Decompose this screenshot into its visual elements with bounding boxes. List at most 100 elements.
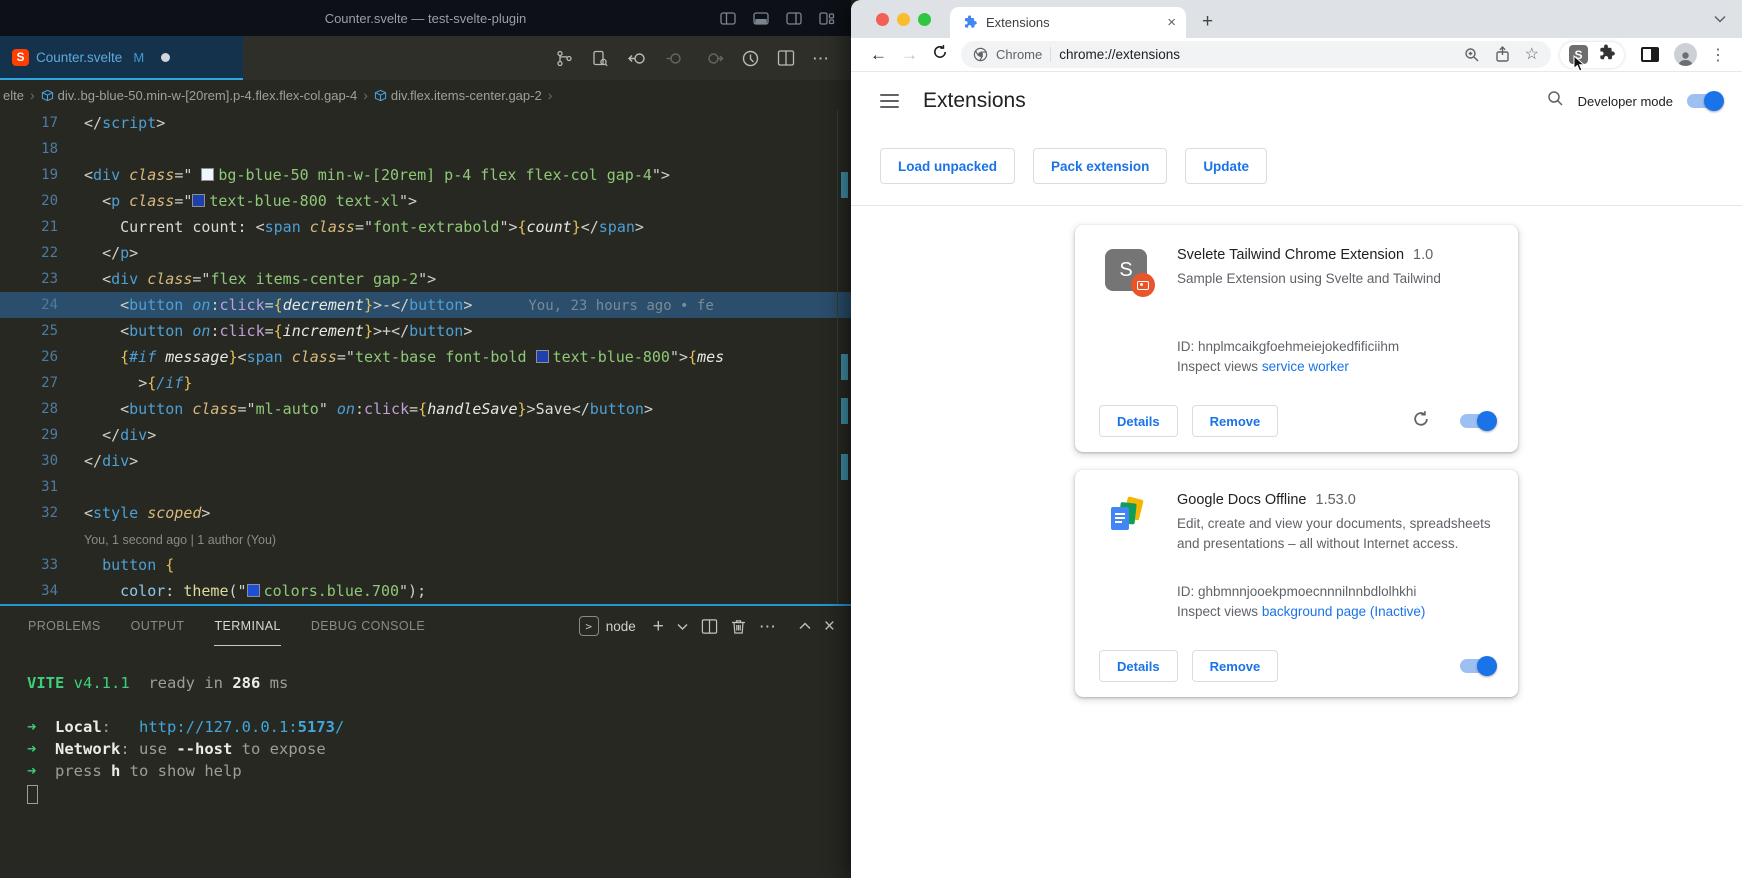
extension-description: Edit, create and view your documents, sp… xyxy=(1177,514,1498,578)
new-tab-button[interactable]: + xyxy=(1202,12,1213,31)
next-change-icon[interactable] xyxy=(703,49,724,68)
toggle-panel-icon[interactable] xyxy=(753,12,769,25)
split-editor-icon[interactable] xyxy=(777,49,795,67)
customize-layout-icon[interactable] xyxy=(819,12,835,25)
breadcrumb-item-outer-div[interactable]: div..bg-blue-50.min-w-[20rem].p-4.flex.f… xyxy=(41,88,358,103)
panel-tab-problems[interactable]: PROBLEMS xyxy=(28,606,101,646)
vscode-titlebar[interactable]: Counter.svelte — test-svelte-plugin xyxy=(0,0,851,36)
screen: Counter.svelte — test-svelte-plugin S Co… xyxy=(0,0,1742,878)
panel-more-icon[interactable]: ⋯ xyxy=(759,618,776,635)
code-line[interactable]: You, 1 second ago | 1 author (You) xyxy=(0,526,851,552)
code-line[interactable]: 34 color: theme("colors.blue.700"); xyxy=(0,578,851,604)
prev-change-icon[interactable] xyxy=(665,49,686,68)
line-number: 27 xyxy=(0,370,58,396)
window-title: Counter.svelte — test-svelte-plugin xyxy=(325,11,527,26)
update-button[interactable]: Update xyxy=(1185,148,1267,184)
new-terminal-icon[interactable]: + xyxy=(653,617,664,636)
extension-pin-area: S xyxy=(1559,41,1625,69)
ruler-mark xyxy=(841,398,848,424)
toggle-primary-sidebar-icon[interactable] xyxy=(720,12,736,25)
code-line[interactable]: 33 button { xyxy=(0,552,851,578)
line-number: 31 xyxy=(0,474,58,500)
code-line[interactable]: 18 xyxy=(0,136,851,162)
details-button[interactable]: Details xyxy=(1099,405,1178,437)
overview-ruler[interactable] xyxy=(837,110,851,604)
extension-enabled-toggle[interactable] xyxy=(1460,659,1494,673)
share-icon[interactable] xyxy=(1495,46,1510,63)
ruler-mark xyxy=(841,354,848,380)
code-line[interactable]: 20 <p class="text-blue-800 text-xl"> xyxy=(0,188,851,214)
timeline-icon[interactable] xyxy=(741,49,760,68)
terminal-selector[interactable]: > node xyxy=(579,616,636,636)
unsaved-dot-icon[interactable] xyxy=(161,53,170,62)
code-line[interactable]: 19<div class=" bg-blue-50 min-w-[20rem] … xyxy=(0,162,851,188)
code-line[interactable]: 17</script> xyxy=(0,110,851,136)
service-worker-link[interactable]: service worker xyxy=(1262,359,1349,374)
zoom-icon[interactable] xyxy=(1464,47,1480,63)
code-line[interactable]: 22 </p> xyxy=(0,240,851,266)
kill-terminal-icon[interactable] xyxy=(731,618,746,635)
code-line[interactable]: 23 <div class="flex items-center gap-2"> xyxy=(0,266,851,292)
extension-enabled-toggle[interactable] xyxy=(1460,414,1494,428)
forward-button[interactable]: → xyxy=(894,45,925,65)
developer-mode-toggle[interactable] xyxy=(1687,94,1721,108)
code-editor[interactable]: 17</script>1819<div class=" bg-blue-50 m… xyxy=(0,110,851,604)
panel-tab-terminal[interactable]: TERMINAL xyxy=(214,606,280,646)
open-changes-icon[interactable] xyxy=(591,49,610,68)
bookmark-star-icon[interactable]: ☆ xyxy=(1525,47,1539,63)
code-line[interactable]: 29 </div> xyxy=(0,422,851,448)
background-page-link[interactable]: background page (Inactive) xyxy=(1262,604,1426,619)
line-number: 29 xyxy=(0,422,58,448)
menu-hamburger-icon[interactable] xyxy=(880,94,899,108)
chrome-menu-icon[interactable]: ⋮ xyxy=(1704,45,1732,65)
breadcrumb-item-file[interactable]: elte xyxy=(3,88,24,103)
zoom-window-icon[interactable] xyxy=(918,13,931,26)
url-text[interactable]: chrome://extensions xyxy=(1059,47,1455,62)
search-icon[interactable] xyxy=(1547,90,1564,112)
breadcrumb-item-inner-div[interactable]: div.flex.items-center.gap-2 xyxy=(374,88,542,103)
details-button[interactable]: Details xyxy=(1099,650,1178,682)
code-line[interactable]: 32<style scoped> xyxy=(0,500,851,526)
breadcrumb: elte › div..bg-blue-50.min-w-[20rem].p-4… xyxy=(0,80,851,110)
extension-version: 1.0 xyxy=(1413,247,1433,263)
minimize-window-icon[interactable] xyxy=(897,13,910,26)
source-control-graph-icon[interactable] xyxy=(555,49,574,68)
profile-avatar[interactable] xyxy=(1674,43,1697,66)
pack-extension-button[interactable]: Pack extension xyxy=(1033,148,1167,184)
terminal-view[interactable]: VITE v4.1.1 ready in 286 ms➜ Local: http… xyxy=(0,646,851,804)
more-actions-icon[interactable]: ⋯ xyxy=(812,50,829,67)
code-line[interactable]: 26 {#if message}<span class="text-base f… xyxy=(0,344,851,370)
extensions-puzzle-icon[interactable] xyxy=(1598,44,1615,66)
ruler-mark xyxy=(841,454,848,480)
code-line[interactable]: 28 <button class="ml-auto" on:click={han… xyxy=(0,396,851,422)
code-line[interactable]: 31 xyxy=(0,474,851,500)
maximize-panel-icon[interactable] xyxy=(799,622,811,630)
reload-extension-icon[interactable] xyxy=(1412,410,1430,433)
close-tab-icon[interactable]: × xyxy=(1167,14,1176,31)
code-line[interactable]: 24 <button on:click={decrement}>-</butto… xyxy=(0,292,851,318)
code-line[interactable]: 27 >{/if} xyxy=(0,370,851,396)
remove-button[interactable]: Remove xyxy=(1192,405,1279,437)
side-panel-icon[interactable] xyxy=(1641,47,1659,62)
terminal-dropdown-icon[interactable] xyxy=(677,623,688,630)
address-bar[interactable]: Chrome chrome://extensions ☆ xyxy=(961,41,1551,68)
panel-tab-output[interactable]: OUTPUT xyxy=(131,606,185,646)
browser-tab-extensions[interactable]: Extensions × xyxy=(950,7,1186,38)
line-number: 22 xyxy=(0,240,58,266)
close-panel-icon[interactable]: × xyxy=(824,617,835,636)
split-terminal-icon[interactable] xyxy=(701,618,718,635)
nav-back-icon[interactable] xyxy=(627,49,648,68)
toggle-secondary-sidebar-icon[interactable] xyxy=(786,12,802,25)
code-line[interactable]: 21 Current count: <span class="font-extr… xyxy=(0,214,851,240)
remove-button[interactable]: Remove xyxy=(1192,650,1279,682)
extension-id: ID: ghbmnnjooekpmoecnnnilnnbdlolhkhi xyxy=(1177,584,1498,599)
reload-button[interactable] xyxy=(925,44,955,65)
code-line[interactable]: 25 <button on:click={increment}>+</butto… xyxy=(0,318,851,344)
tab-counter-svelte[interactable]: S Counter.svelte M xyxy=(0,36,243,80)
close-window-icon[interactable] xyxy=(876,13,889,26)
load-unpacked-button[interactable]: Load unpacked xyxy=(880,148,1015,184)
panel-tab-debug-console[interactable]: DEBUG CONSOLE xyxy=(311,606,425,646)
code-line[interactable]: 30</div> xyxy=(0,448,851,474)
tab-search-chevron-icon[interactable] xyxy=(1714,10,1726,28)
back-button[interactable]: ← xyxy=(863,45,894,65)
